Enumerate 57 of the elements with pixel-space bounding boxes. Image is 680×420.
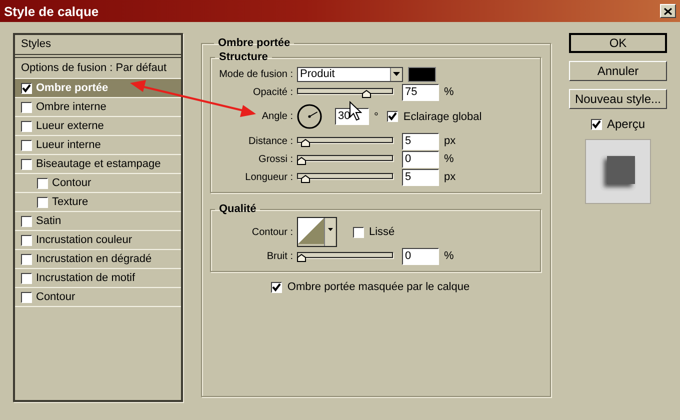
- unit-label: px: [444, 135, 456, 147]
- checkbox-label: Lissé: [369, 226, 395, 238]
- item-label: Incrustation de motif: [36, 272, 136, 284]
- item-label: Ombre interne: [36, 101, 106, 113]
- style-list-item[interactable]: Texture: [15, 193, 181, 212]
- input-field[interactable]: 0: [402, 150, 439, 168]
- input-field[interactable]: 5: [402, 168, 439, 186]
- style-list-item[interactable]: Incrustation couleur: [15, 231, 181, 250]
- style-list-item[interactable]: Ombre portée: [15, 79, 181, 98]
- blend-mode-dropdown[interactable]: Produit: [297, 66, 403, 82]
- field-label: Mode de fusion :: [218, 68, 294, 80]
- dialog-button[interactable]: Nouveau style...: [569, 89, 667, 109]
- style-list-item[interactable]: Ombre interne: [15, 98, 181, 117]
- field-label: Bruit :: [266, 250, 294, 262]
- checkbox-label: Eclairage global: [403, 110, 482, 122]
- window-title: Style de calque: [4, 4, 99, 18]
- unit-label: px: [444, 171, 456, 183]
- item-label: Texture: [52, 196, 88, 208]
- style-list-item[interactable]: Contour: [15, 288, 181, 307]
- dialog-button[interactable]: OK: [569, 33, 667, 53]
- item-label: Lueur externe: [36, 120, 104, 132]
- group-title: Ombre portée: [217, 37, 292, 49]
- style-list-item[interactable]: Incrustation de motif: [15, 269, 181, 288]
- unit-label: %: [444, 250, 454, 262]
- style-list-item[interactable]: Lueur interne: [15, 136, 181, 155]
- dialog-button[interactable]: Annuler: [569, 61, 667, 81]
- checkbox-label: Ombre portée masquée par le calque: [287, 281, 470, 293]
- item-label: Incrustation en dégradé: [36, 253, 152, 265]
- item-label: Biseautage et estampage: [36, 158, 161, 170]
- unit-label: °: [374, 110, 378, 122]
- style-list-item[interactable]: Satin: [15, 212, 181, 231]
- checkbox-label: Aperçu: [606, 117, 646, 131]
- unit-label: %: [444, 153, 454, 165]
- dropdown-value: Produit: [300, 68, 335, 80]
- input-field[interactable]: 75: [402, 84, 439, 100]
- field-label: Contour :: [250, 226, 294, 238]
- group-title: Structure: [218, 51, 269, 63]
- item-label: Contour: [36, 291, 76, 303]
- input-field[interactable]: 5: [402, 132, 439, 150]
- style-list-item[interactable]: Incrustation en dégradé: [15, 250, 181, 269]
- item-label: Satin: [36, 215, 62, 227]
- style-list-item[interactable]: Contour: [15, 174, 181, 193]
- item-label: Incrustation couleur: [36, 234, 132, 246]
- unit-label: %: [444, 86, 454, 98]
- item-label: Lueur interne: [36, 139, 101, 151]
- list-header: Styles: [15, 35, 181, 58]
- field-label: Opacité :: [252, 86, 294, 98]
- field-label: Longueur :: [244, 172, 294, 182]
- field-label: Grossi :: [258, 154, 294, 164]
- item-label: Ombre portée: [36, 82, 108, 94]
- item-label: Contour: [52, 177, 92, 189]
- group-title: Qualité: [218, 203, 258, 215]
- field-label: Angle :: [260, 111, 294, 122]
- style-list-item[interactable]: Lueur externe: [15, 117, 181, 136]
- input-field[interactable]: 0: [402, 248, 439, 264]
- field-label: Distance :: [248, 136, 294, 146]
- style-list-item[interactable]: Biseautage et estampage: [15, 155, 181, 174]
